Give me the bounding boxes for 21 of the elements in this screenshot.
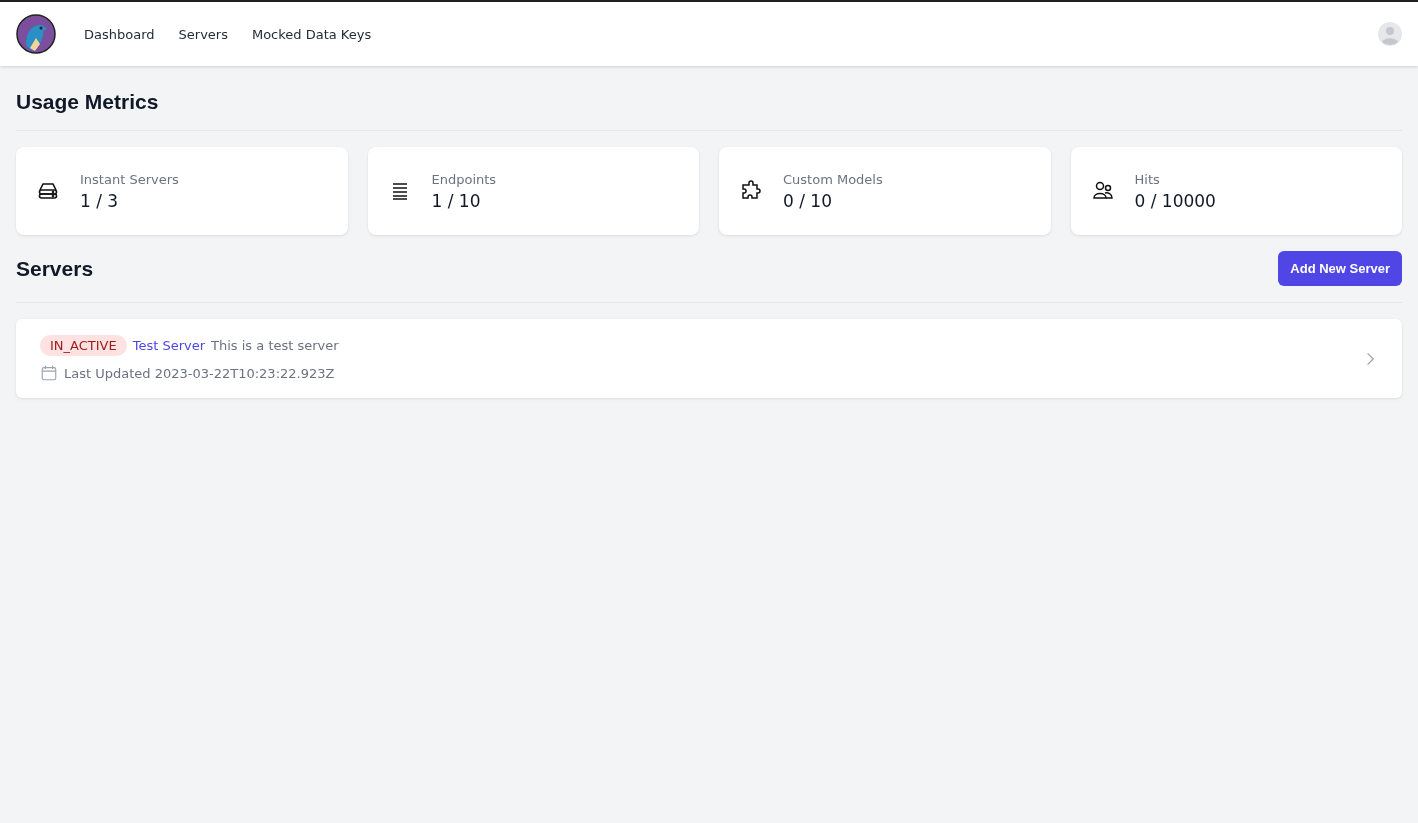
add-server-button[interactable]: Add New Server [1278,251,1402,286]
server-name-link[interactable]: Test Server [132,338,206,353]
metric-value: 1 / 3 [80,190,120,211]
metric-label: Endpoints [431,171,497,187]
calendar-icon [40,364,58,382]
metric-value: 1 / 10 [431,190,482,211]
metric-label: Custom Models [783,171,883,187]
status-badge: IN_ACTIVE [40,335,127,356]
metric-label: Instant Servers [80,171,179,187]
section-title: Servers [16,256,94,281]
metric-label: Hits [1134,171,1161,187]
metric-value: 0 / 10 [783,190,833,211]
metric-value: 0 / 10000 [1134,190,1216,211]
bird-logo-icon[interactable] [16,14,56,54]
server-list-item[interactable]: IN_ACTIVE Test Server This is a test server Last Updated 2023-03-22T10:23:22.923Z [16,319,1402,398]
nav-link[interactable]: Servers [178,26,228,42]
section-title: Usage Metrics [16,90,160,114]
nav-link[interactable]: Mocked Data Keys [251,26,372,42]
last-updated-text: Last Updated 2023-03-22T10:23:22.923Z [64,365,335,381]
server-description: This is a test server [211,338,339,353]
nav-link[interactable]: Dashboard [84,26,155,42]
